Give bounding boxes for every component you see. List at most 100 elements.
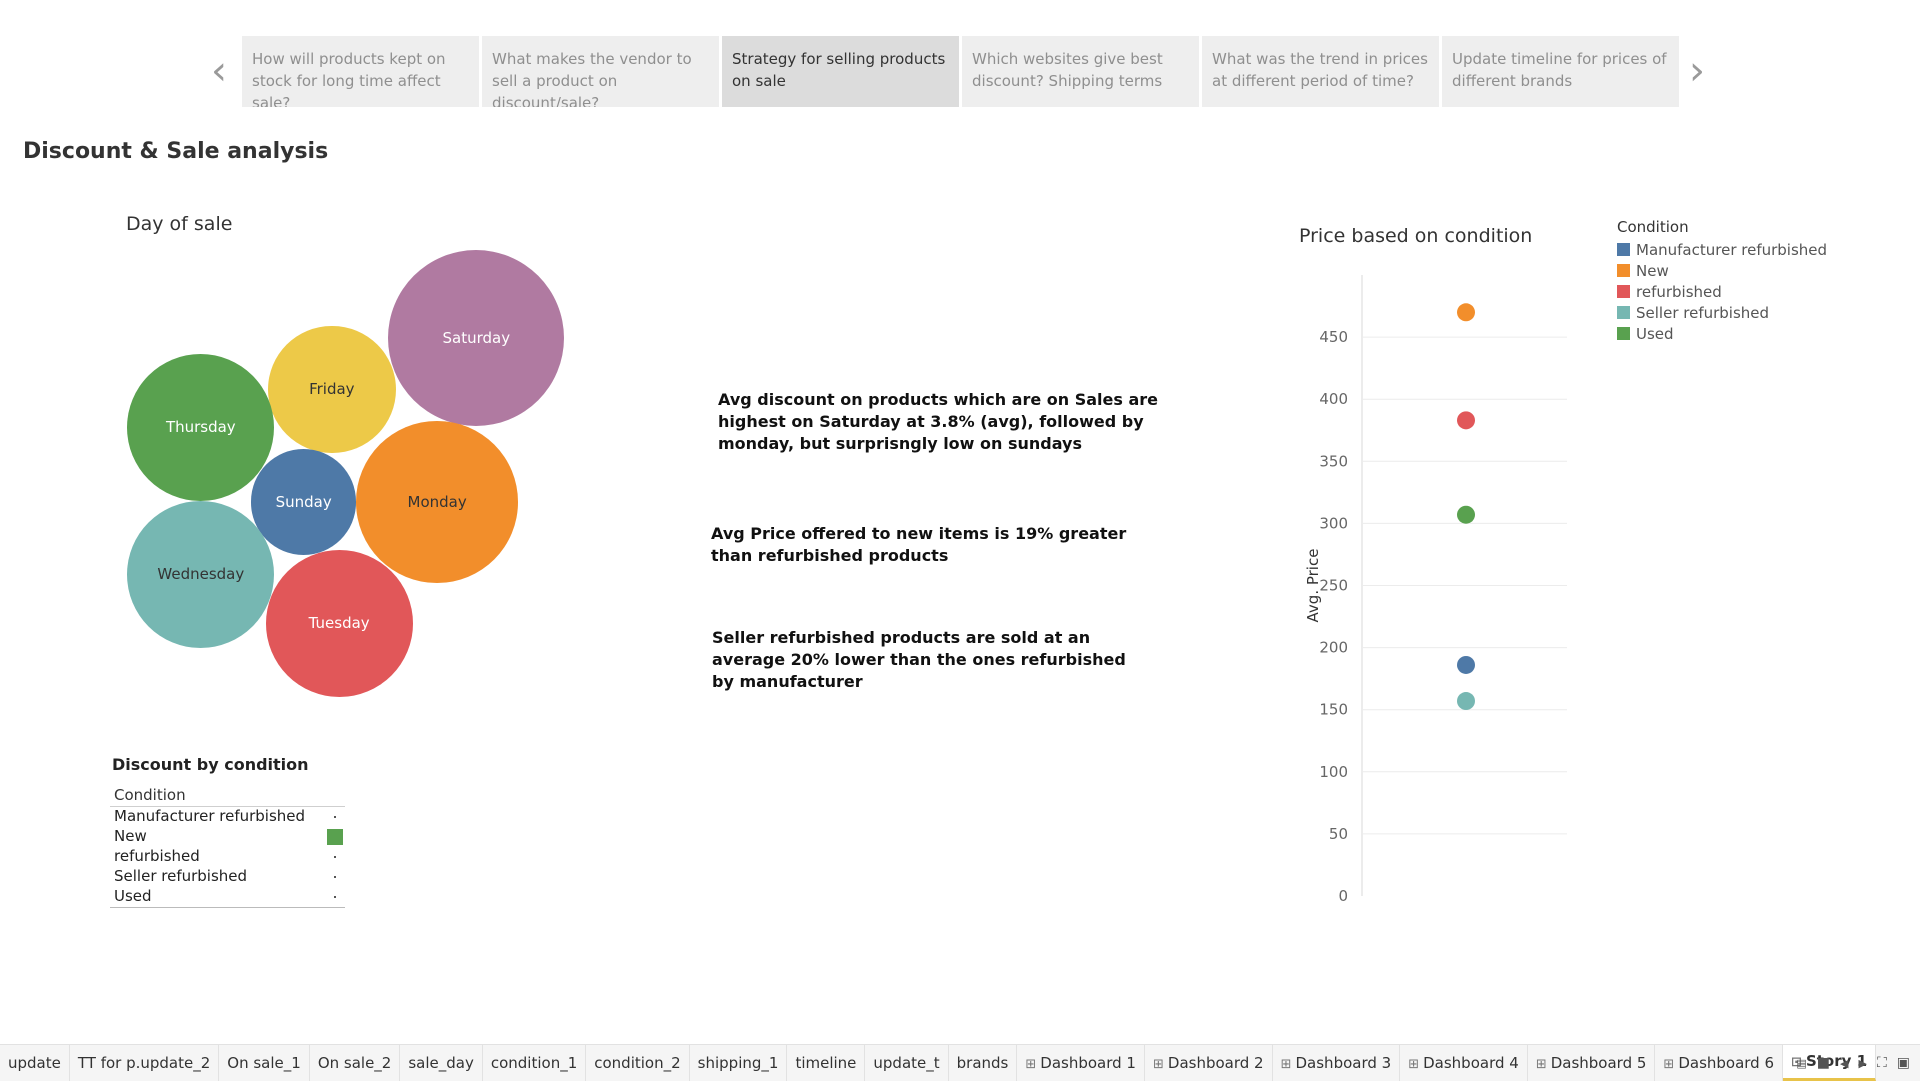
condition-column-header: Condition: [110, 786, 345, 807]
bubble-label: Monday: [407, 493, 467, 512]
y-tick-label: 0: [1338, 887, 1348, 905]
dashboard-icon: ⊞: [1280, 1057, 1292, 1072]
y-tick-label: 400: [1319, 390, 1348, 408]
discount-mark: [334, 816, 336, 818]
data-point-manufacturer-refurbished[interactable]: [1457, 655, 1475, 674]
bubble-tuesday[interactable]: Tuesday: [265, 549, 413, 697]
legend-label: Used: [1636, 324, 1674, 343]
insight-discount-saturday: Avg discount on products which are on Sa…: [718, 390, 1159, 453]
tab-label: Dashboard 3: [1295, 1054, 1392, 1072]
tab-tt-for-p-update-2[interactable]: TT for p.update_2: [70, 1045, 220, 1081]
tab-label: Dashboard 4: [1423, 1054, 1519, 1072]
condition-label: Used: [114, 887, 152, 905]
legend-item[interactable]: New: [1617, 260, 1827, 281]
legend-swatch: [1617, 306, 1630, 319]
tab-condition-2[interactable]: condition_2: [586, 1045, 690, 1081]
dashboard-icon: ⊞: [1025, 1057, 1037, 1072]
tab-sale-day[interactable]: sale_day: [400, 1045, 483, 1081]
tab-dashboard-5[interactable]: ⊞ Dashboard 5: [1528, 1045, 1656, 1081]
story-point-4[interactable]: Which websites give best discount? Shipp…: [962, 36, 1199, 107]
bubble-sunday[interactable]: Sunday: [251, 449, 357, 555]
discount-mark: [334, 876, 336, 878]
table-row[interactable]: refurbished: [110, 847, 345, 867]
present-icon[interactable]: ▣: [1897, 1055, 1910, 1071]
legend-item[interactable]: Used: [1617, 323, 1827, 344]
tab-on-sale-2[interactable]: On sale_2: [310, 1045, 401, 1081]
bubble-label: Tuesday: [308, 614, 370, 633]
legend-label: Seller refurbished: [1636, 303, 1770, 322]
story-point-6[interactable]: Update timeline for prices of different …: [1442, 36, 1679, 107]
dashboard-icon: ⊞: [1535, 1057, 1547, 1072]
bubble-monday[interactable]: Monday: [356, 421, 518, 583]
bubble-label: Thursday: [165, 418, 236, 437]
bubble-wednesday[interactable]: Wednesday: [127, 500, 275, 648]
y-tick-label: 450: [1319, 328, 1348, 346]
bubble-saturday[interactable]: Saturday: [388, 249, 565, 427]
bubble-label: Saturday: [442, 328, 511, 347]
discount-mark: [334, 896, 336, 898]
tab-dashboard-4[interactable]: ⊞ Dashboard 4: [1400, 1045, 1528, 1081]
legend-item[interactable]: Manufacturer refurbished: [1617, 239, 1827, 260]
discount-by-condition-title: Discount by condition: [112, 755, 309, 774]
tab-update-t[interactable]: update_t: [865, 1045, 949, 1081]
legend-title: Condition: [1617, 218, 1689, 236]
tab-label: TT for p.update_2: [77, 1054, 211, 1072]
price-based-on-condition-chart: 0 50 100 150 200 250 300 350 400 450 Avg. Price: [1304, 275, 1567, 905]
table-row[interactable]: Manufacturer refurbished: [110, 807, 345, 827]
data-point-seller-refurbished[interactable]: [1457, 692, 1475, 711]
data-point-used[interactable]: [1457, 505, 1475, 524]
y-tick-label: 250: [1319, 577, 1348, 595]
tab-dashboard-2[interactable]: ⊞ Dashboard 2: [1145, 1045, 1273, 1081]
y-tick-label: 150: [1319, 701, 1348, 719]
tab-update[interactable]: update: [0, 1045, 70, 1081]
table-row[interactable]: New: [110, 827, 345, 847]
tab-on-sale-1[interactable]: On sale_1: [219, 1045, 310, 1081]
tab-timeline[interactable]: timeline: [787, 1045, 866, 1081]
tab-label: shipping_1: [697, 1054, 779, 1072]
next-sheet-icon[interactable]: ▶: [1858, 1057, 1866, 1070]
tab-label: update_t: [873, 1054, 940, 1072]
sheet-tab-bar: update TT for p.update_2 On sale_1 On sale_…: [0, 1044, 1920, 1081]
tab-shipping-1[interactable]: shipping_1: [690, 1045, 788, 1081]
dashboard-icon: ⊞: [1408, 1057, 1420, 1072]
tab-label: On sale_1: [227, 1054, 301, 1072]
story-point-3[interactable]: Strategy for selling products on sale: [722, 36, 959, 107]
y-tick-label: 350: [1319, 452, 1348, 470]
dashboard-icon: ⊞: [1663, 1057, 1675, 1072]
discount-mark: [334, 856, 336, 858]
tab-dashboard-3[interactable]: ⊞ Dashboard 3: [1273, 1045, 1401, 1081]
bubble-friday[interactable]: Friday: [268, 325, 396, 454]
legend-label: Manufacturer refurbished: [1636, 240, 1828, 259]
condition-label: Seller refurbished: [114, 867, 248, 885]
tab-dashboard-6[interactable]: ⊞ Dashboard 6: [1655, 1045, 1784, 1081]
day-of-sale-bubble-chart: Saturday Friday Thursday Sunday Monday Wednes…: [0, 0, 600, 720]
bubble-thursday[interactable]: Thursday: [127, 353, 275, 501]
prev-sheet-icon[interactable]: ◀: [1840, 1057, 1848, 1070]
tab-brands[interactable]: brands: [949, 1045, 1018, 1081]
tab-label: condition_2: [594, 1054, 681, 1072]
story-point-5[interactable]: What was the trend in prices at differen…: [1202, 36, 1439, 107]
y-tick-label: 100: [1319, 763, 1348, 781]
legend-label: New: [1636, 261, 1669, 280]
show-tabs-icon[interactable]: ■: [1817, 1055, 1830, 1071]
y-axis-label: Avg. Price: [1304, 549, 1322, 623]
data-point-new[interactable]: [1457, 303, 1475, 322]
table-row[interactable]: Seller refurbished: [110, 867, 345, 887]
tab-label: sale_day: [408, 1054, 474, 1072]
data-point-refurbished[interactable]: [1457, 411, 1475, 430]
show-filmstrip-icon[interactable]: ▤: [1796, 1057, 1806, 1070]
legend-item[interactable]: Seller refurbished: [1617, 302, 1827, 323]
table-row[interactable]: Used: [110, 887, 345, 907]
tab-label: Dashboard 2: [1167, 1054, 1264, 1072]
chevron-right-icon[interactable]: ›: [1680, 51, 1714, 91]
tab-condition-1[interactable]: condition_1: [483, 1045, 587, 1081]
dashboard-icon: ⊞: [1152, 1057, 1164, 1072]
legend-item[interactable]: refurbished: [1617, 281, 1827, 302]
legend-swatch: [1617, 285, 1630, 298]
tab-label: Dashboard 6: [1678, 1054, 1775, 1072]
tab-label: On sale_2: [317, 1054, 392, 1072]
tab-dashboard-1[interactable]: ⊞ Dashboard 1: [1017, 1045, 1145, 1081]
tab-label: Dashboard 5: [1550, 1054, 1647, 1072]
fullscreen-icon[interactable]: ⛶: [1877, 1055, 1887, 1071]
y-tick-label: 300: [1319, 514, 1348, 532]
